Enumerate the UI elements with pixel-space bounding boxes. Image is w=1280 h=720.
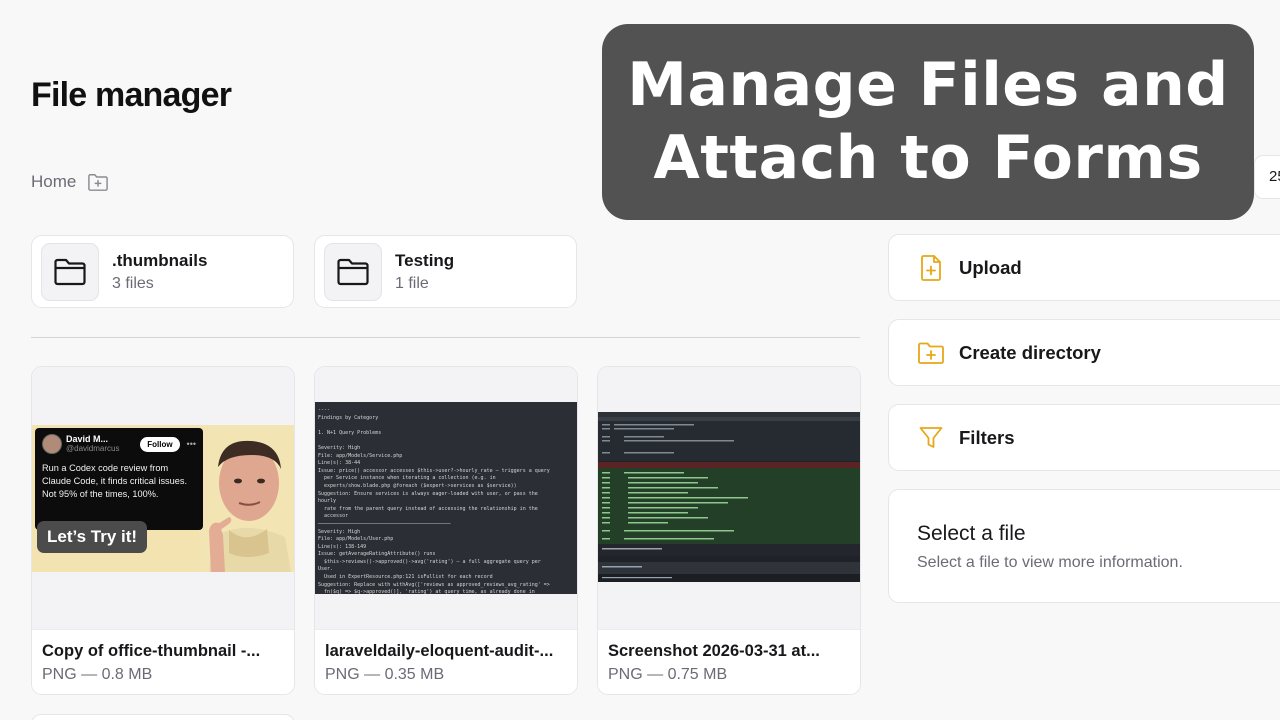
file-info-panel: Select a file Select a file to view more… — [888, 489, 1280, 603]
thumbnail-image — [598, 412, 860, 582]
folder-plus-icon[interactable] — [86, 170, 110, 194]
thumbnail-image: David M... @davidmarcus Follow ••• Run a… — [32, 425, 294, 572]
tweet-text: Run a Codex code review from Claude Code… — [42, 463, 188, 499]
tweet-card: David M... @davidmarcus Follow ••• Run a… — [35, 428, 203, 530]
page-title: File manager — [31, 76, 232, 114]
more-icon: ••• — [186, 439, 196, 449]
info-title: Select a file — [917, 522, 1026, 545]
divider — [31, 337, 860, 338]
editor-screenshot — [598, 412, 860, 582]
filters-button[interactable]: Filters — [888, 404, 1280, 471]
file-name: Screenshot 2026-03-31 at... — [608, 642, 820, 660]
file-card[interactable] — [31, 714, 295, 720]
filters-label: Filters — [959, 426, 1015, 448]
file-thumbnail — [598, 367, 860, 629]
file-card[interactable]: David M... @davidmarcus Follow ••• Run a… — [31, 366, 295, 695]
file-thumbnail: David M... @davidmarcus Follow ••• Run a… — [32, 367, 294, 629]
tweet-follow: Follow — [140, 436, 180, 452]
tweet-name: David M... — [66, 434, 109, 444]
breadcrumb: Home — [31, 170, 110, 194]
file-meta: PNG — 0.75 MB — [608, 666, 728, 683]
file-name: laraveldaily-eloquent-audit-... — [325, 642, 554, 660]
title-overlay: Manage Files and Attach to Forms — [602, 24, 1254, 220]
folder-name: Testing — [395, 250, 455, 270]
info-subtitle: Select a file to view more information. — [917, 554, 1183, 571]
thumbnail-pill: Let’s Try it! — [37, 521, 148, 553]
file-card[interactable]: ---- Findings by Category 1. N+1 Query P… — [314, 366, 578, 695]
file-plus-icon — [917, 254, 945, 282]
thumbnail-image: ---- Findings by Category 1. N+1 Query P… — [315, 402, 577, 594]
folder-card-testing[interactable]: Testing 1 file — [314, 235, 577, 308]
create-directory-label: Create directory — [959, 341, 1101, 363]
overlay-line-2: Attach to Forms — [653, 123, 1203, 193]
create-directory-button[interactable]: Create directory — [888, 319, 1280, 386]
folder-icon — [324, 242, 382, 301]
per-page-select[interactable]: 25 — [1254, 155, 1280, 199]
avatar — [42, 434, 62, 454]
file-thumbnail: ---- Findings by Category 1. N+1 Query P… — [315, 367, 577, 629]
person-photo — [199, 425, 294, 572]
overlay-line-1: Manage Files and — [627, 50, 1229, 120]
file-card[interactable]: Screenshot 2026-03-31 at... PNG — 0.75 M… — [597, 366, 861, 695]
file-meta: PNG — 0.35 MB — [325, 666, 445, 683]
code-text: ---- Findings by Category 1. N+1 Query P… — [318, 407, 550, 594]
folder-icon — [41, 242, 99, 301]
folder-plus-icon — [917, 339, 945, 367]
funnel-icon — [917, 424, 945, 452]
folder-card-thumbnails[interactable]: .thumbnails 3 files — [31, 235, 294, 308]
file-meta: PNG — 0.8 MB — [42, 666, 153, 683]
tweet-handle: @davidmarcus — [66, 444, 120, 453]
folder-name: .thumbnails — [112, 250, 208, 270]
folder-count: 3 files — [112, 274, 154, 292]
breadcrumb-home[interactable]: Home — [31, 172, 76, 192]
folder-count: 1 file — [395, 274, 429, 292]
file-name: Copy of office-thumbnail -... — [42, 642, 261, 660]
upload-label: Upload — [959, 256, 1022, 278]
upload-button[interactable]: Upload — [888, 234, 1280, 301]
